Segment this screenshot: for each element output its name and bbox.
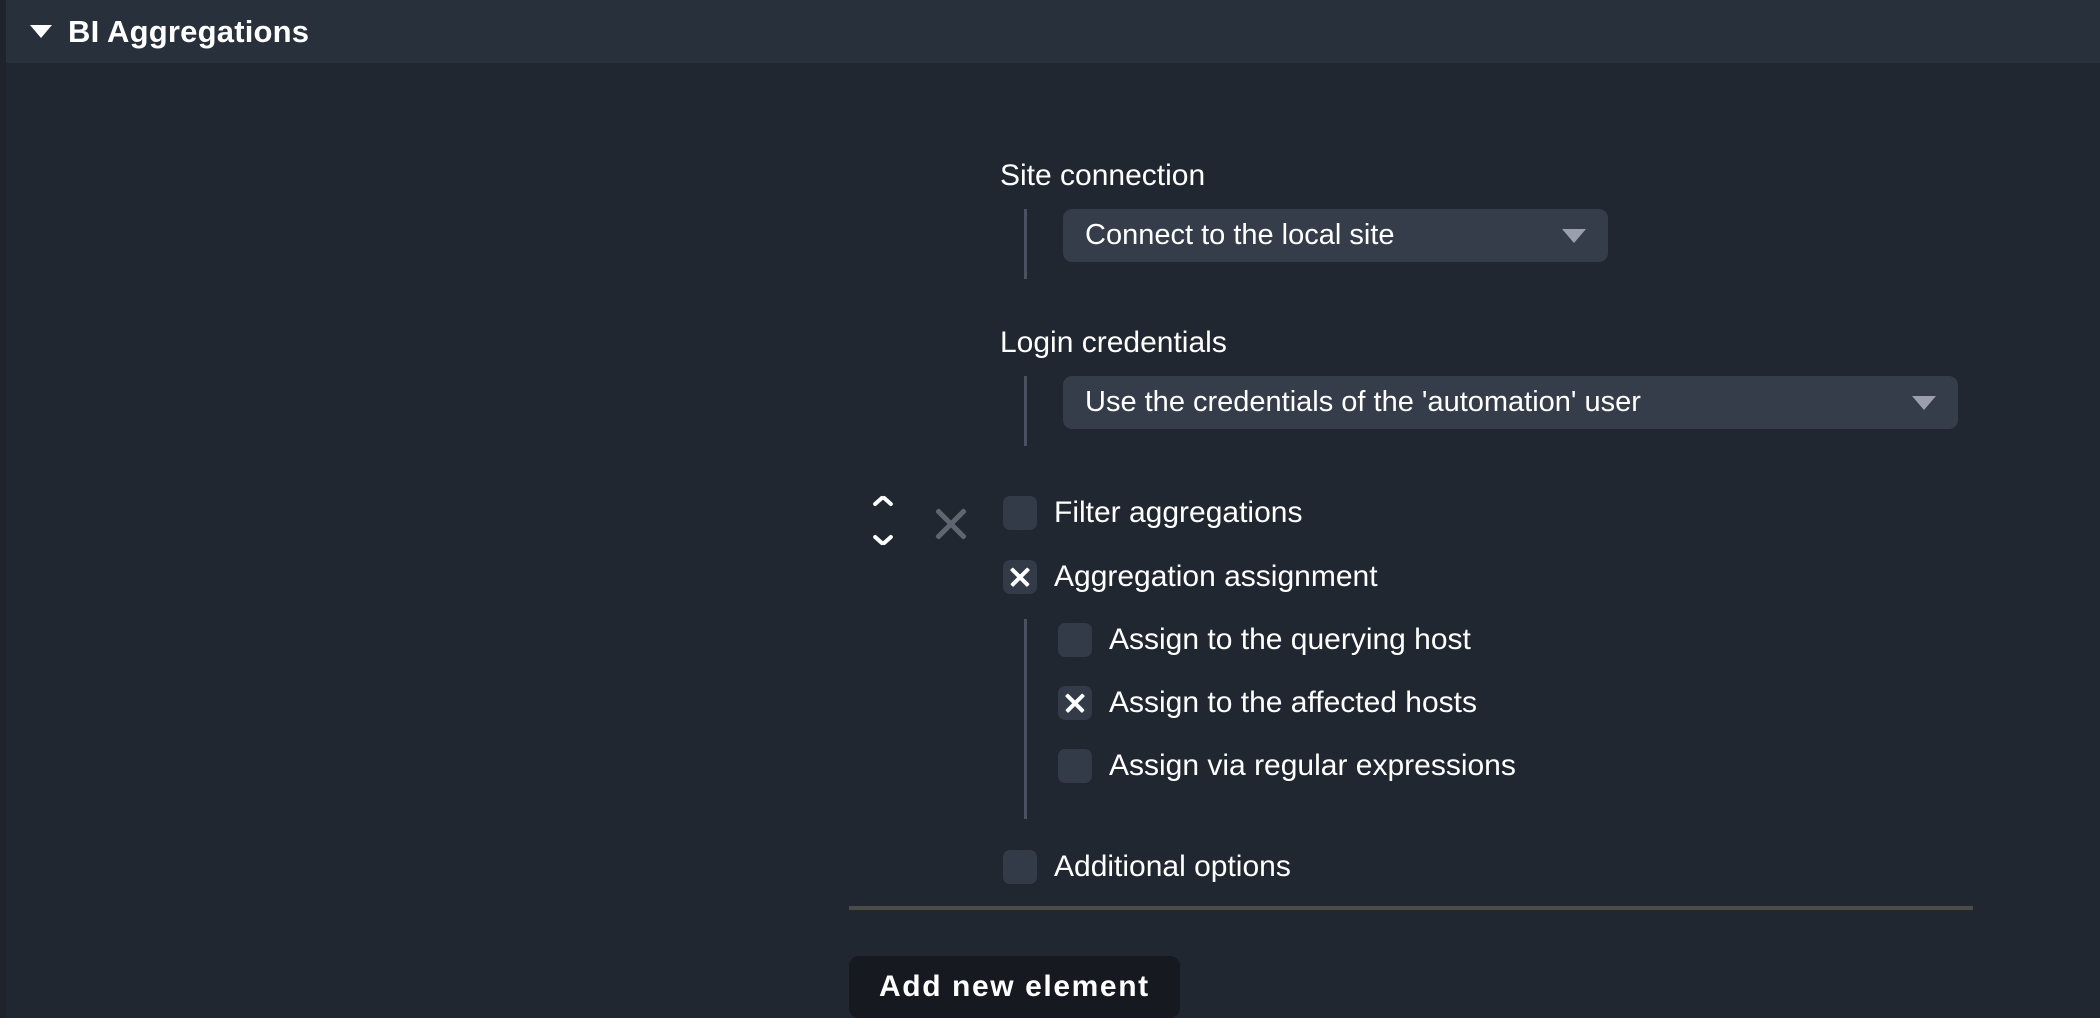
option-label: Aggregation assignment (1054, 560, 1378, 593)
caret-down-icon (1562, 228, 1586, 243)
site-connection-dropdown[interactable]: Connect to the local site (1063, 209, 1608, 262)
login-credentials-label: Login credentials (1000, 326, 1227, 359)
caret-down-icon (1912, 395, 1936, 410)
chevron-up-icon[interactable] (873, 496, 893, 507)
site-connection-value: Connect to the local site (1085, 219, 1395, 251)
checkbox-assign-querying-host[interactable] (1058, 623, 1092, 657)
option-label: Assign via regular expressions (1109, 749, 1516, 782)
page-title: BI Aggregations (68, 13, 310, 49)
option-assign-affected-hosts[interactable]: Assign to the affected hosts (1058, 686, 1477, 720)
site-connection-label: Site connection (1000, 159, 1206, 192)
option-aggregation-assignment[interactable]: Aggregation assignment (1003, 560, 1378, 594)
checkbox-assign-regular-expressions[interactable] (1058, 749, 1092, 783)
delete-row-button[interactable] (931, 504, 971, 544)
chevron-down-icon[interactable] (873, 535, 893, 546)
row-sort-handle[interactable] (871, 496, 897, 546)
option-additional-options[interactable]: Additional options (1003, 850, 1291, 884)
option-assign-regular-expressions[interactable]: Assign via regular expressions (1058, 749, 1516, 783)
section-header[interactable]: BI Aggregations (0, 0, 2100, 63)
option-label: Filter aggregations (1054, 496, 1303, 529)
checkbox-filter-aggregations[interactable] (1003, 496, 1037, 530)
indent-guide-assignment-options (1024, 619, 1027, 819)
option-assign-querying-host[interactable]: Assign to the querying host (1058, 623, 1471, 657)
section-body: Site connection Connect to the local sit… (0, 63, 2100, 1018)
add-new-element-button[interactable]: Add new element (849, 956, 1180, 1018)
login-credentials-dropdown[interactable]: Use the credentials of the 'automation' … (1063, 376, 1958, 429)
indent-guide-site-connection (1024, 209, 1027, 279)
option-label: Additional options (1054, 850, 1291, 883)
checkbox-additional-options[interactable] (1003, 850, 1037, 884)
checkbox-aggregation-assignment[interactable] (1003, 560, 1037, 594)
section-divider (849, 906, 1973, 910)
checkbox-assign-affected-hosts[interactable] (1058, 686, 1092, 720)
caret-down-icon (30, 25, 52, 38)
login-credentials-value: Use the credentials of the 'automation' … (1085, 386, 1641, 418)
indent-guide-login-credentials (1024, 376, 1027, 446)
option-label: Assign to the affected hosts (1109, 686, 1478, 719)
option-label: Assign to the querying host (1109, 623, 1471, 656)
option-filter-aggregations[interactable]: Filter aggregations (1003, 496, 1302, 530)
